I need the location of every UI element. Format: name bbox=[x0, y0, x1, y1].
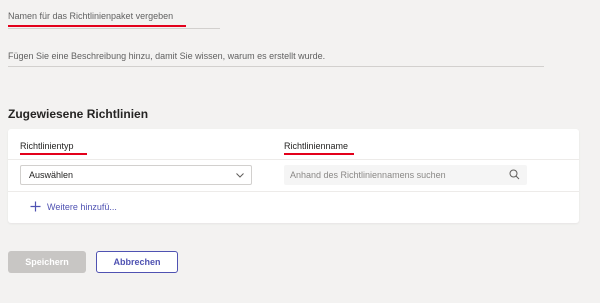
policy-name-search[interactable] bbox=[284, 165, 527, 185]
chevron-down-icon bbox=[236, 173, 244, 178]
description-input[interactable] bbox=[8, 46, 544, 66]
assigned-policies-card: Richtlinientyp Richtlinienname Auswählen… bbox=[8, 129, 579, 223]
add-more-button[interactable]: Weitere hinzufü... bbox=[30, 201, 117, 212]
policy-type-value: Auswählen bbox=[29, 170, 74, 180]
annotation-underline bbox=[8, 25, 186, 27]
row-divider bbox=[8, 191, 579, 192]
policy-type-dropdown[interactable]: Auswählen bbox=[20, 165, 252, 185]
column-header-policy-name: Richtlinienname bbox=[284, 141, 349, 151]
column-header-policy-type: Richtlinientyp bbox=[20, 141, 74, 151]
description-field[interactable] bbox=[8, 46, 544, 67]
search-icon[interactable] bbox=[509, 169, 520, 180]
annotation-underline bbox=[284, 153, 354, 155]
cancel-button[interactable]: Abbrechen bbox=[96, 251, 178, 273]
add-more-label: Weitere hinzufü... bbox=[47, 201, 117, 212]
plus-icon bbox=[30, 201, 41, 212]
annotation-underline bbox=[20, 153, 87, 155]
row-divider bbox=[8, 159, 579, 160]
save-button[interactable]: Speichern bbox=[8, 251, 86, 273]
policy-name-search-input[interactable] bbox=[290, 165, 500, 185]
section-title: Zugewiesene Richtlinien bbox=[8, 107, 149, 121]
